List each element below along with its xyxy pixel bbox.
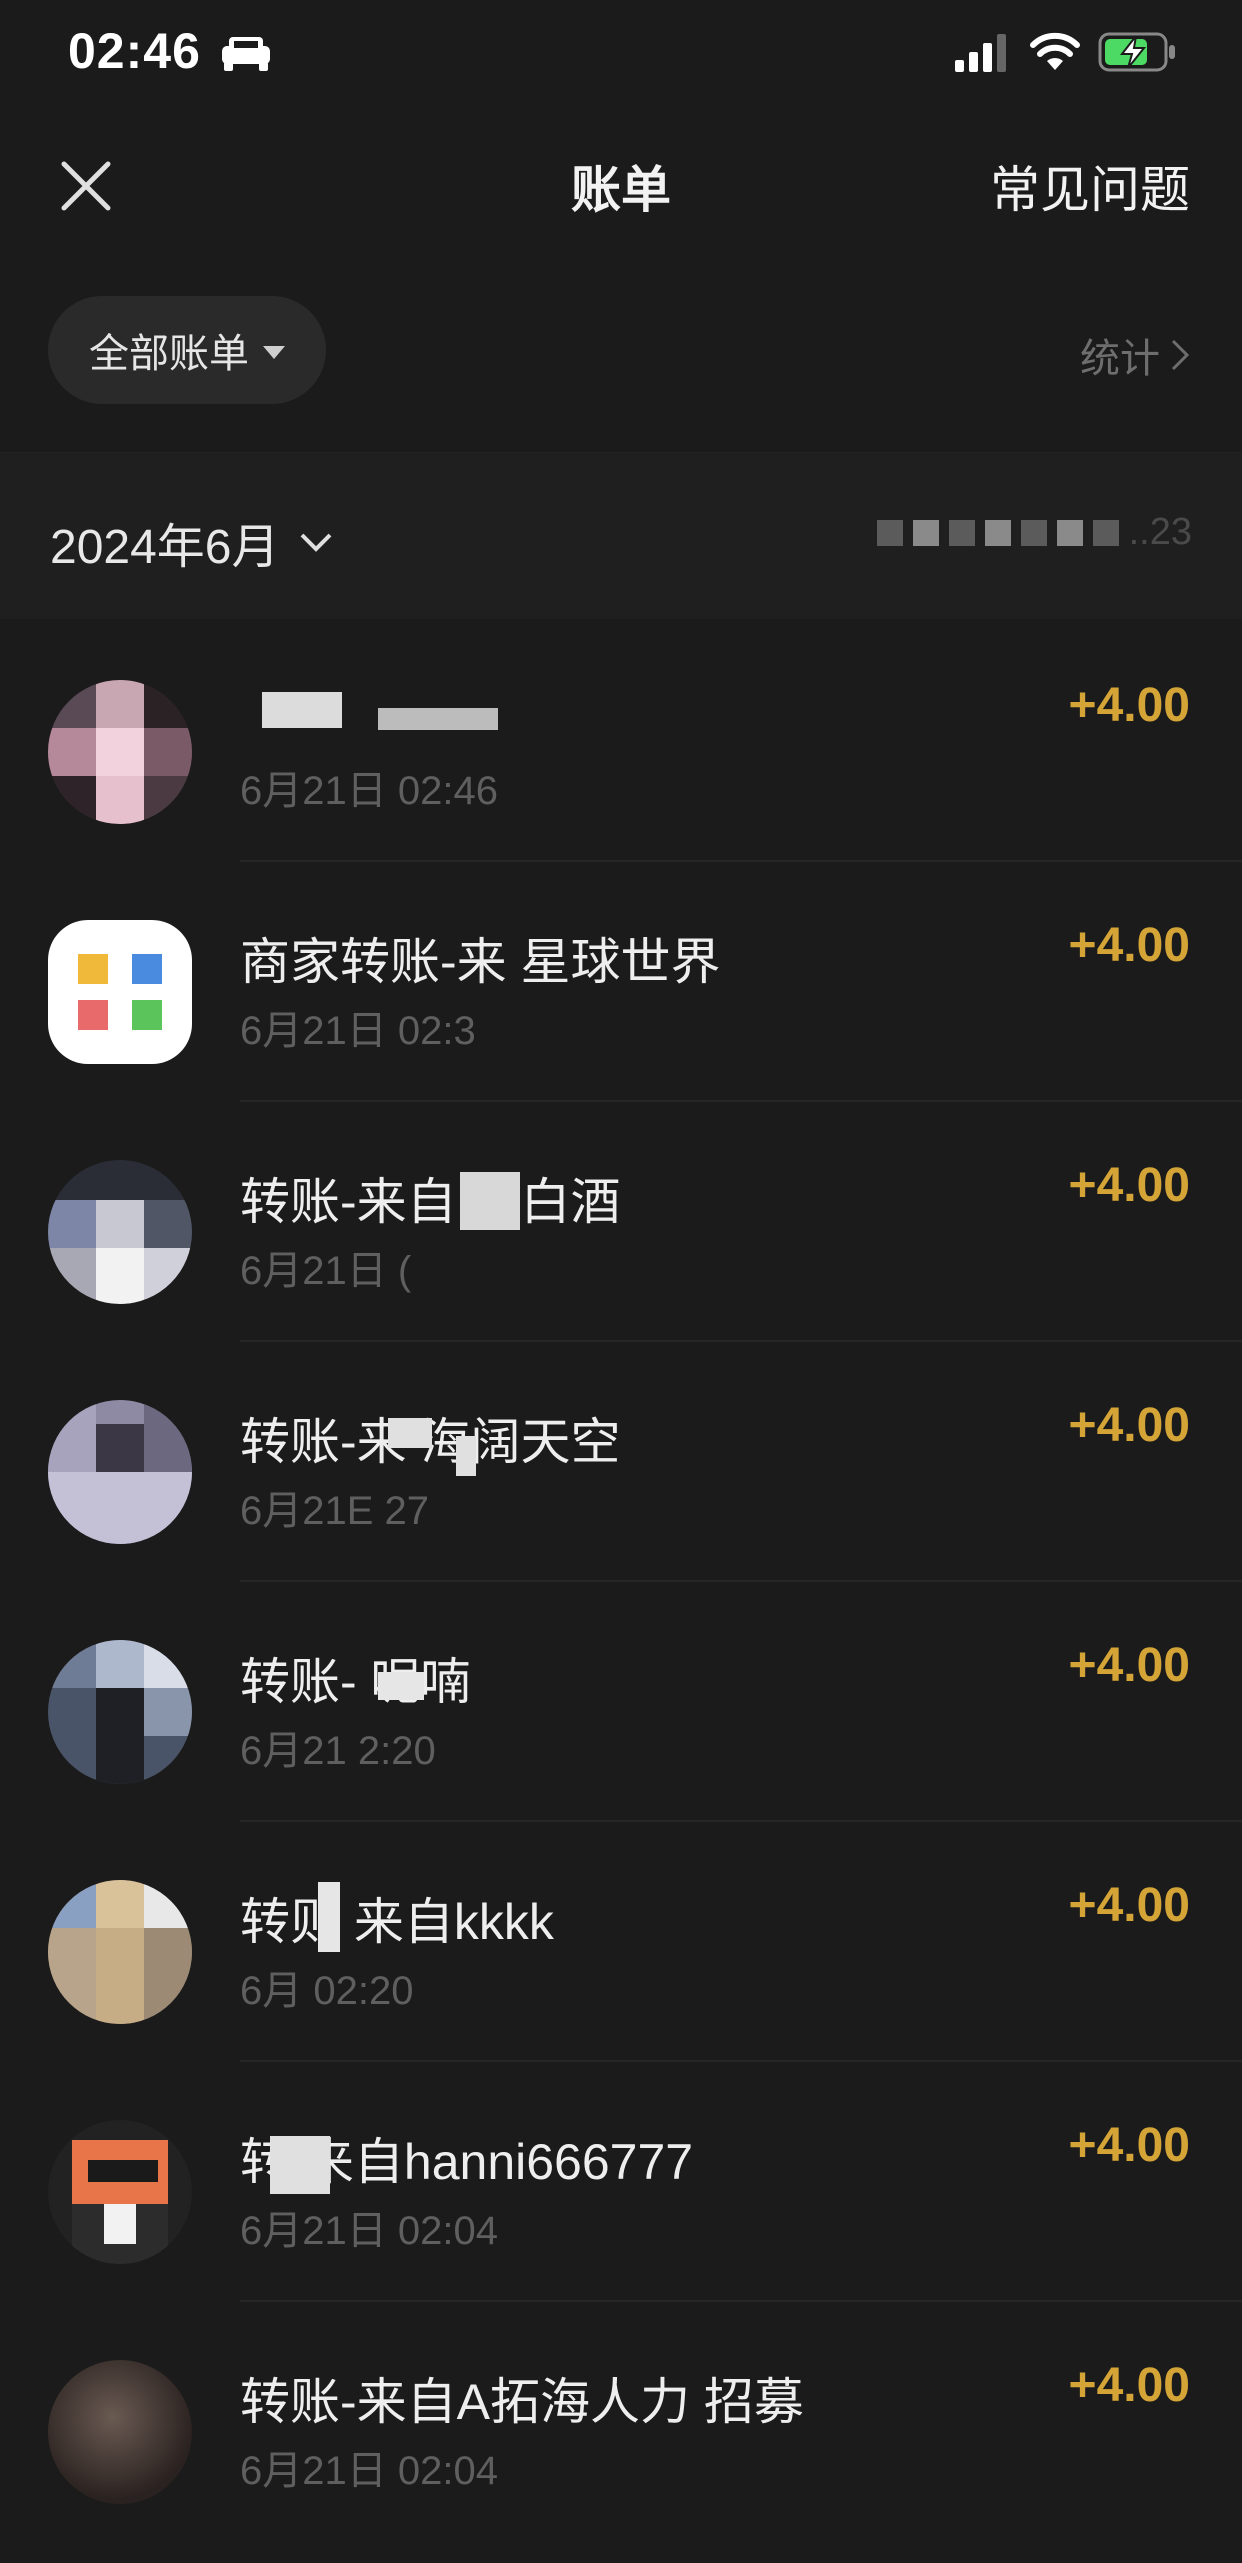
transaction-time: 6月21日 ( xyxy=(240,1249,412,1293)
avatar xyxy=(48,1400,192,1544)
transaction-amount: +4.00 xyxy=(1068,2119,1190,2172)
transaction-row[interactable]: 转则 来自kkkk 6月 02:20 +4.00 xyxy=(0,1820,1242,2060)
transaction-time: 6月21日 02:04 xyxy=(240,2209,498,2253)
status-bar: 02:46 xyxy=(0,0,1242,110)
transaction-amount: +4.00 xyxy=(1068,919,1190,972)
transaction-row[interactable]: 转账- 呢喃 6月21 2:20 +4.00 xyxy=(0,1580,1242,1820)
transaction-row[interactable]: 转 来自hanni666777 6月21日 02:04 +4.00 xyxy=(0,2060,1242,2300)
redacted-block xyxy=(1056,519,1083,546)
wifi-icon xyxy=(1030,32,1080,70)
transaction-row[interactable]: 6月21日 02:46 +4.00 xyxy=(0,620,1242,860)
car-icon xyxy=(222,37,270,71)
redacted-block xyxy=(912,519,939,546)
transaction-time: 6月21日 02:04 xyxy=(240,2449,498,2493)
avatar xyxy=(48,1640,192,1784)
avatar xyxy=(48,1160,192,1304)
redacted-block xyxy=(1092,519,1119,546)
month-header: 2024年6月 ..23 xyxy=(0,452,1242,619)
transaction-list: 6月21日 02:46 +4.00 商家转账-来 星球世界 6月21日 02:3… xyxy=(0,620,1242,2540)
avatar xyxy=(48,680,192,824)
month-selector[interactable]: 2024年6月 xyxy=(50,507,333,577)
month-summary: ..23 xyxy=(876,511,1192,554)
transaction-title: 商家转账-来 星球世界 xyxy=(240,934,721,990)
transaction-title: 转则 来自kkkk xyxy=(240,1894,554,1950)
nav-bar: 账单 常见问题 xyxy=(0,110,1242,250)
close-button[interactable] xyxy=(56,156,116,216)
avatar xyxy=(48,1880,192,2024)
status-time: 02:46 xyxy=(68,23,201,79)
bill-filter-dropdown[interactable]: 全部账单 xyxy=(48,296,326,404)
transaction-amount: +4.00 xyxy=(1068,679,1190,732)
faq-link[interactable]: 常见问题 xyxy=(990,150,1190,222)
month-summary-tail: ..23 xyxy=(1128,511,1192,553)
transaction-time: 6月21E 27 xyxy=(240,1489,430,1533)
bill-filter-label: 全部账单 xyxy=(89,332,249,376)
transaction-row[interactable]: 转账-来自A拓海人力 招募 6月21日 02:04 +4.00 xyxy=(0,2300,1242,2540)
redacted-block xyxy=(948,519,975,546)
transaction-amount: +4.00 xyxy=(1068,1639,1190,1692)
transaction-time: 6月21日 02:3 xyxy=(240,1009,476,1053)
transaction-amount: +4.00 xyxy=(1068,2359,1190,2412)
transaction-row[interactable]: 转账-来 海阔天空 6月21E 27 +4.00 xyxy=(0,1340,1242,1580)
redacted-block xyxy=(1020,519,1047,546)
transaction-row[interactable]: 转账-来自 香白酒 6月21日 ( +4.00 xyxy=(0,1100,1242,1340)
transaction-amount: +4.00 xyxy=(1068,1399,1190,1452)
transaction-amount: +4.00 xyxy=(1068,1159,1190,1212)
transaction-title: 转账-来自 香白酒 xyxy=(240,1174,621,1230)
battery-charging-icon xyxy=(1098,32,1175,72)
avatar xyxy=(48,2360,192,2504)
transaction-amount: +4.00 xyxy=(1068,1879,1190,1932)
chevron-right-icon xyxy=(1171,339,1190,371)
statistics-label: 统计 xyxy=(1080,337,1160,381)
statistics-link[interactable]: 统计 xyxy=(1080,326,1190,384)
transaction-time: 6月21 2:20 xyxy=(240,1729,436,1773)
filter-row: 全部账单 统计 xyxy=(0,296,1242,406)
transaction-time: 6月21日 02:46 xyxy=(240,769,498,813)
transaction-title: 转账-来自A拓海人力 招募 xyxy=(240,2374,804,2430)
month-label: 2024年6月 xyxy=(50,521,280,574)
transaction-row[interactable]: 商家转账-来 星球世界 6月21日 02:3 +4.00 xyxy=(0,860,1242,1100)
caret-down-icon xyxy=(263,345,285,359)
avatar xyxy=(48,920,192,1064)
signal-icon xyxy=(955,34,1006,72)
avatar xyxy=(48,2120,192,2264)
redacted-block xyxy=(984,519,1011,546)
transaction-title: 转账- 呢喃 xyxy=(240,1654,471,1710)
transaction-time: 6月 02:20 xyxy=(240,1969,414,2013)
redacted-block xyxy=(876,519,903,546)
chevron-down-icon xyxy=(301,533,332,552)
